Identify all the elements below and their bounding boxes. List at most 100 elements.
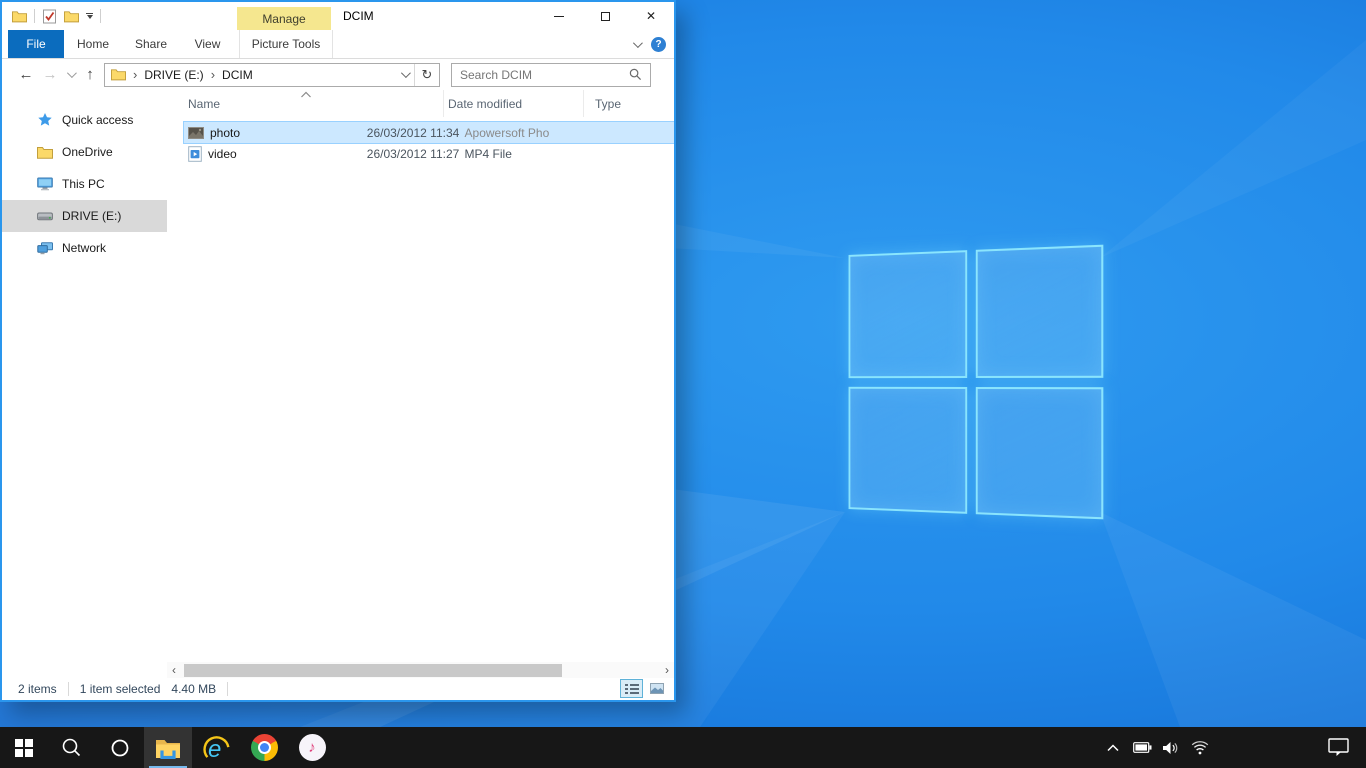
tray-expand-button[interactable] (1100, 727, 1126, 768)
forward-button[interactable]: → (38, 66, 62, 83)
file-name: photo (210, 126, 240, 140)
taskbar: e ♪ (0, 727, 1366, 768)
status-bar: 2 items 1 item selected 4.40 MB (2, 678, 674, 700)
properties-icon[interactable] (42, 9, 57, 24)
column-header-type[interactable]: Type (584, 90, 674, 117)
address-dropdown-icon[interactable] (394, 71, 414, 78)
details-view-icon (625, 683, 639, 695)
battery-indicator[interactable] (1129, 727, 1155, 768)
horizontal-scrollbar[interactable]: ‹ › (167, 662, 674, 678)
refresh-icon[interactable]: ↻ (415, 67, 439, 83)
ribbon-tab-row: File Home Share View Picture Tools ? (2, 30, 674, 59)
ribbon-controls: ? (633, 30, 666, 59)
svg-text:e: e (208, 736, 221, 763)
itunes-icon: ♪ (299, 734, 326, 761)
sidebar-item-label: OneDrive (62, 145, 113, 159)
monitor-icon (37, 177, 53, 191)
wifi-indicator[interactable] (1187, 727, 1213, 768)
details-view-button[interactable] (620, 679, 643, 698)
tab-file[interactable]: File (8, 30, 64, 58)
itunes-button[interactable]: ♪ (288, 727, 336, 768)
explorer-window-icon (12, 10, 27, 23)
navigation-bar: ← → ↑ › DRIVE (E:) › DCIM ↻ (2, 59, 674, 90)
sidebar-item-quick-access[interactable]: Quick access (2, 104, 167, 136)
network-icon (37, 242, 53, 255)
contextual-group-manage[interactable]: Manage (237, 7, 331, 30)
internet-explorer-button[interactable]: e (192, 727, 240, 768)
sidebar-item-drive-e[interactable]: DRIVE (E:) (2, 200, 167, 232)
large-icons-view-button[interactable] (645, 679, 668, 698)
breadcrumb-separator: › (211, 67, 215, 82)
close-icon: ✕ (646, 9, 656, 23)
sidebar-item-onedrive[interactable]: OneDrive (2, 136, 167, 168)
drive-icon (37, 212, 53, 221)
customize-toolbar-dropdown-icon[interactable] (86, 13, 93, 20)
items-count: 2 items (18, 682, 57, 696)
file-row-photo[interactable]: photo 26/03/2012 11:34 Apowersoft Pho (184, 122, 674, 143)
status-divider (227, 682, 228, 696)
star-icon (37, 112, 53, 128)
file-explorer-icon (155, 737, 181, 759)
sidebar-item-label: DRIVE (E:) (62, 209, 121, 223)
windows-logo-pane (849, 386, 967, 513)
search-box[interactable] (451, 63, 651, 87)
volume-indicator[interactable] (1158, 727, 1184, 768)
column-header-date-modified[interactable]: Date modified (444, 90, 584, 117)
search-icon (629, 68, 642, 81)
battery-icon (1133, 742, 1152, 753)
selection-count: 1 item selected (80, 682, 161, 696)
navigation-pane: Quick access OneDrive This PC DRIVE (E:)… (2, 90, 167, 678)
recent-locations-icon[interactable] (62, 71, 78, 78)
minimize-button[interactable] (536, 2, 582, 30)
back-button[interactable]: ← (14, 66, 38, 83)
help-icon[interactable]: ? (651, 37, 666, 52)
sidebar-item-label: This PC (62, 177, 105, 191)
windows-logo-pane (849, 250, 967, 377)
file-date-modified: 26/03/2012 11:27 (367, 147, 465, 161)
tab-view[interactable]: View (180, 30, 235, 58)
scroll-left-icon[interactable]: ‹ (167, 662, 181, 678)
tab-picture-tools[interactable]: Picture Tools (239, 30, 333, 58)
action-center-icon (1328, 738, 1349, 757)
taskbar-search-button[interactable] (48, 727, 96, 768)
breadcrumb-dcim[interactable]: DCIM (222, 68, 253, 82)
wifi-icon (1191, 741, 1209, 755)
up-button[interactable]: ↑ (78, 66, 102, 83)
toolbar-separator (34, 9, 35, 23)
file-row-video[interactable]: video 26/03/2012 11:27 MP4 File (184, 143, 674, 164)
chrome-button[interactable] (240, 727, 288, 768)
file-type: MP4 File (465, 147, 674, 161)
file-name: video (208, 147, 237, 161)
scroll-right-icon[interactable]: › (660, 662, 674, 678)
folder-icon (111, 68, 126, 81)
maximize-button[interactable] (582, 2, 628, 30)
tab-share[interactable]: Share (122, 30, 180, 58)
file-explorer-window: Manage DCIM ✕ File Home Share View Pictu… (0, 0, 676, 702)
search-input[interactable] (460, 68, 629, 82)
sidebar-item-this-pc[interactable]: This PC (2, 168, 167, 200)
file-type: Apowersoft Pho (465, 126, 674, 140)
view-toggles (620, 679, 668, 698)
selection-size: 4.40 MB (171, 682, 216, 696)
expand-ribbon-icon[interactable] (633, 38, 643, 48)
toolbar-separator (100, 9, 101, 23)
status-divider (68, 682, 69, 696)
sidebar-item-network[interactable]: Network (2, 232, 167, 264)
address-bar[interactable]: › DRIVE (E:) › DCIM ↻ (104, 63, 440, 87)
windows-start-icon (15, 739, 33, 757)
photo-thumbnail-icon (188, 127, 204, 139)
mp4-file-icon (188, 146, 202, 162)
chrome-icon (251, 734, 278, 761)
start-button[interactable] (0, 727, 48, 768)
taskbar-file-explorer-button[interactable] (144, 727, 192, 768)
action-center-button[interactable] (1318, 727, 1358, 768)
tab-home[interactable]: Home (64, 30, 122, 58)
search-icon (61, 737, 83, 759)
speaker-icon (1162, 741, 1180, 755)
breadcrumb-drive[interactable]: DRIVE (E:) (144, 68, 203, 82)
new-folder-icon[interactable] (64, 10, 79, 23)
caption-buttons: ✕ (536, 2, 674, 30)
close-button[interactable]: ✕ (628, 2, 674, 30)
scrollbar-thumb[interactable] (184, 664, 562, 677)
cortana-button[interactable] (96, 727, 144, 768)
